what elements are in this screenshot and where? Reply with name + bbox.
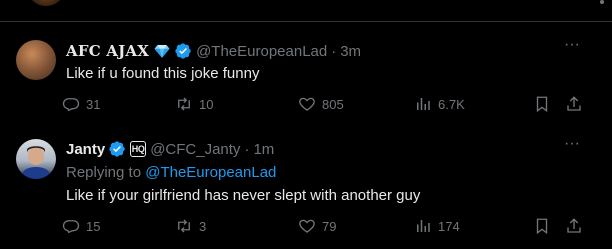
affiliate-badge[interactable]: HQ [130,141,147,157]
share-button[interactable] [565,95,583,113]
reply-button[interactable]: 31 [62,95,100,113]
reply-count: 31 [86,96,101,112]
mention-link[interactable]: @TheEuropeanLad [145,164,276,181]
tweet-text: Like if your girlfriend has never slept … [66,187,421,204]
bookmark-button[interactable] [533,217,551,235]
retweet-icon [178,219,190,233]
reply-icon [62,220,80,234]
tweet-header: AFC AJAX @TheEuropeanLad · 3m [66,42,361,60]
more-icon[interactable]: ··· [562,136,582,159]
retweet-count: 10 [199,96,214,112]
view-count: 174 [438,218,460,234]
retweet-count: 3 [199,218,207,234]
verified-icon [175,43,191,59]
tweet-reply[interactable]: Janty HQ @CFC_Janty · 1m ··· Replying to… [0,127,612,249]
like-icon [299,97,315,111]
share-icon [567,218,581,233]
tweet-header: Janty HQ @CFC_Janty · 1m [66,140,274,158]
bookmark-button[interactable] [533,95,551,113]
previous-more-dot [600,0,604,4]
user-handle[interactable]: @TheEuropeanLad [196,43,327,60]
views-button[interactable]: 174 [414,217,460,235]
replying-to-label: Replying to [66,164,142,181]
diamond-icon [154,45,170,58]
views-button[interactable]: 6.7K [414,95,465,113]
action-bar: 31 10 805 6.7K [60,95,600,115]
tweet[interactable]: AFC AJAX @TheEuropeanLad · 3m ··· Like i… [0,22,612,126]
share-icon [567,96,581,111]
view-count: 6.7K [438,96,465,112]
user-handle[interactable]: @CFC_Janty [150,141,240,158]
bookmark-icon [536,96,548,113]
reply-button[interactable]: 15 [62,217,100,235]
avatar[interactable] [16,139,56,179]
tweet-text: Like if u found this joke funny [66,65,260,82]
avatar[interactable] [16,40,56,80]
like-button[interactable]: 805 [298,95,344,113]
verified-icon [109,141,125,157]
share-button[interactable] [565,217,583,235]
separator-dot: · [331,42,337,60]
separator-dot: · [244,140,250,158]
avatar-portrait [20,146,52,179]
like-count: 79 [322,218,337,234]
action-bar: 15 3 79 174 [60,217,600,237]
previous-avatar [26,0,66,6]
display-name[interactable]: AFC AJAX [66,42,149,60]
timestamp[interactable]: 3m [340,43,361,60]
like-icon [299,219,315,233]
like-button[interactable]: 79 [298,217,336,235]
more-icon[interactable]: ··· [562,37,582,60]
bookmark-icon [536,218,548,235]
previous-tweet-remnant [0,0,612,20]
reply-count: 15 [86,218,101,234]
retweet-icon [178,97,190,111]
retweet-button[interactable]: 10 [175,95,213,113]
views-icon [417,98,430,110]
replying-to: Replying to @TheEuropeanLad [66,164,276,181]
like-count: 805 [322,96,344,112]
timestamp[interactable]: 1m [253,141,274,158]
views-icon [417,220,430,232]
reply-icon [62,98,80,112]
retweet-button[interactable]: 3 [175,217,206,235]
display-name[interactable]: Janty [66,141,105,158]
